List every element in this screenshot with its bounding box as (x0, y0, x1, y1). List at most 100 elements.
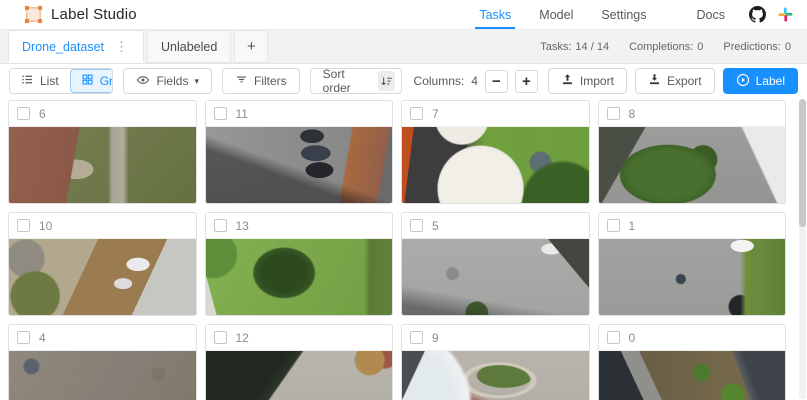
play-circle-icon (736, 73, 750, 90)
task-image[interactable] (9, 126, 196, 203)
task-card-header: 13 (205, 213, 392, 238)
task-grid: 6 11 7 8 10 13 5 1 4 12 9 0 (0, 98, 807, 400)
add-tab-button[interactable]: + (234, 30, 269, 63)
task-image[interactable] (598, 238, 785, 315)
task-checkbox[interactable] (213, 107, 227, 120)
task-image[interactable] (402, 126, 589, 203)
task-checkbox[interactable] (410, 219, 423, 232)
task-checkbox[interactable] (606, 331, 620, 344)
task-id: 0 (628, 330, 636, 345)
nav-docs[interactable]: Docs (683, 0, 739, 29)
toolbar-right: Import Export Label (547, 68, 798, 94)
nav-model[interactable]: Model (525, 0, 587, 29)
task-card[interactable]: 8 (597, 100, 786, 204)
github-icon[interactable] (749, 6, 766, 23)
sort-order-button[interactable]: Sort order (309, 67, 402, 95)
task-image[interactable] (598, 126, 785, 203)
task-image[interactable] (205, 126, 392, 203)
task-id: 8 (628, 106, 636, 121)
grid-icon (81, 73, 94, 89)
task-card-header: 8 (598, 101, 785, 126)
task-id: 10 (39, 218, 53, 233)
upload-icon (561, 73, 574, 89)
list-icon (21, 73, 34, 89)
fields-label: Fields (156, 74, 189, 88)
task-card[interactable]: 11 (204, 100, 393, 204)
task-id: 4 (39, 330, 46, 345)
task-checkbox[interactable] (410, 331, 423, 344)
fields-button[interactable]: Fields ▾ (123, 68, 212, 94)
columns-increase-button[interactable]: + (514, 69, 538, 93)
export-label: Export (666, 74, 702, 88)
download-icon (648, 73, 661, 89)
navbar: Label Studio Tasks Model Settings Docs (0, 0, 807, 30)
grid-view-label: Grid (99, 74, 114, 88)
task-image[interactable] (402, 238, 589, 315)
filter-icon (235, 73, 248, 89)
eye-icon (136, 73, 150, 90)
task-stats: Tasks: 14 / 14 Completions: 0 Predictions:… (540, 30, 807, 63)
stat-predictions: Predictions: 0 (723, 40, 791, 53)
task-card[interactable]: 4 (8, 324, 197, 400)
view-switcher: List Grid (9, 68, 114, 94)
task-id: 7 (432, 106, 439, 121)
label-studio-app: Label Studio Tasks Model Settings Docs D… (0, 0, 807, 400)
list-view-label: List (40, 74, 59, 88)
task-image[interactable] (205, 350, 392, 400)
task-checkbox[interactable] (213, 219, 227, 232)
tab-bar: Drone_dataset ⋮ Unlabeled + Tasks: 14 / 1… (0, 30, 807, 64)
columns-decrease-button[interactable]: − (484, 69, 508, 93)
export-button[interactable]: Export (634, 68, 715, 94)
task-card[interactable]: 7 (401, 100, 590, 204)
list-view-button[interactable]: List (10, 69, 70, 93)
tab-drone-dataset[interactable]: Drone_dataset ⋮ (8, 30, 145, 63)
task-image[interactable] (402, 350, 589, 400)
task-image[interactable] (9, 238, 196, 315)
task-card[interactable]: 5 (401, 212, 590, 316)
task-card[interactable]: 0 (597, 324, 786, 400)
task-checkbox[interactable] (17, 107, 30, 120)
task-checkbox[interactable] (606, 219, 620, 232)
tab-label: Drone_dataset (22, 39, 105, 54)
scrollbar-thumb[interactable] (799, 99, 806, 227)
slack-icon[interactable] (778, 7, 793, 22)
import-button[interactable]: Import (547, 68, 627, 94)
tab-unlabeled[interactable]: Unlabeled (147, 30, 232, 63)
filters-button[interactable]: Filters (221, 68, 300, 94)
task-card-header: 1 (598, 213, 785, 238)
vertical-scrollbar[interactable] (799, 99, 806, 399)
columns-value: 4 (471, 74, 478, 88)
nav-icons (749, 0, 793, 29)
task-card[interactable]: 10 (8, 212, 197, 316)
toolbar: List Grid Fields ▾ Filters Sort order (0, 64, 807, 98)
nav-links: Tasks Model Settings Docs (465, 0, 793, 29)
grid-view-button[interactable]: Grid (69, 69, 114, 93)
nav-tasks[interactable]: Tasks (465, 0, 525, 29)
label-studio-logo-icon (24, 5, 43, 24)
task-card[interactable]: 6 (8, 100, 197, 204)
task-card[interactable]: 13 (204, 212, 393, 316)
nav-settings[interactable]: Settings (587, 0, 660, 29)
task-id: 11 (235, 106, 248, 121)
brand[interactable]: Label Studio (24, 0, 137, 29)
sort-descending-icon (378, 71, 395, 91)
task-checkbox[interactable] (606, 107, 620, 120)
task-image[interactable] (205, 238, 392, 315)
task-card[interactable]: 1 (597, 212, 786, 316)
label-button[interactable]: Label (722, 68, 798, 94)
task-id: 1 (628, 218, 636, 233)
task-card-header: 6 (9, 101, 196, 126)
sort-order-label: Sort order (322, 67, 351, 95)
task-id: 6 (39, 106, 46, 121)
task-image[interactable] (598, 350, 785, 400)
filters-label: Filters (253, 74, 287, 88)
task-card[interactable]: 9 (401, 324, 590, 400)
task-checkbox[interactable] (410, 107, 423, 120)
task-checkbox[interactable] (213, 331, 227, 344)
tab-menu-icon[interactable]: ⋮ (113, 39, 130, 55)
task-checkbox[interactable] (17, 219, 30, 232)
task-card[interactable]: 12 (204, 324, 393, 400)
task-image[interactable] (9, 350, 196, 400)
task-checkbox[interactable] (17, 331, 30, 344)
stat-completions: Completions: 0 (629, 40, 704, 53)
